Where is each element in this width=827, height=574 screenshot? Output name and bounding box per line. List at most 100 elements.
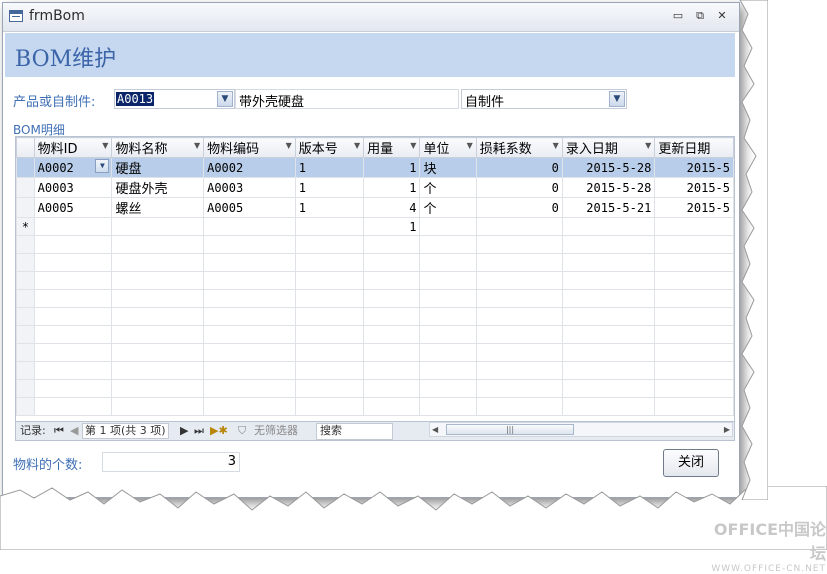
new-record-marker: *	[16, 217, 35, 236]
table-cell[interactable]	[203, 217, 296, 236]
watermark: OFFICE中国论坛 WWW.OFFICE-CN.NET	[706, 516, 826, 574]
prev-record-icon[interactable]: ◀	[70, 424, 78, 438]
watermark-line2: WWW.OFFICE-CN.NET	[711, 564, 826, 574]
table-cell[interactable]: 2015-5-28	[561, 157, 656, 178]
table-cell[interactable]: A0002	[203, 157, 296, 178]
form-icon	[9, 10, 23, 22]
table-cell[interactable]: 个	[419, 197, 477, 218]
sort-arrow-icon: ▼	[285, 141, 292, 150]
product-name-field[interactable]: 带外壳硬盘	[235, 89, 459, 110]
scroll-right-icon[interactable]: ▶	[724, 423, 730, 436]
sort-arrow-icon: ▼	[552, 141, 559, 150]
new-record-icon[interactable]: ▶✱	[210, 424, 228, 438]
table-row[interactable]: A0002 ▼ 硬盘 A0002 1 1 块 0 2015-5-28 2015-5	[16, 157, 734, 178]
product-code-value: A0013	[116, 92, 155, 106]
count-field[interactable]: 3	[102, 452, 240, 472]
table-cell[interactable]: 0	[475, 197, 563, 218]
table-cell[interactable]	[33, 217, 113, 236]
filter-icon[interactable]: ⛉	[238, 424, 246, 438]
table-cell[interactable]: 1	[294, 157, 365, 178]
table-cell[interactable]: 螺丝	[111, 197, 205, 218]
torn-paper-edge	[0, 486, 827, 550]
table-cell[interactable]: 2015-5-28	[561, 177, 656, 198]
product-type-combo[interactable]: 自制件 ▼	[461, 89, 627, 110]
table-cell[interactable]: 硬盘	[111, 157, 205, 178]
record-label: 记录:	[20, 424, 46, 437]
scrollbar-thumb[interactable]: |||	[446, 424, 574, 435]
next-record-icon[interactable]: ▶	[180, 424, 188, 438]
table-cell[interactable]	[294, 217, 365, 236]
table-cell[interactable]: 个	[419, 177, 477, 198]
row-selector[interactable]	[16, 177, 35, 198]
table-cell[interactable]: A0003	[33, 177, 113, 198]
sort-arrow-icon: ▼	[102, 141, 109, 150]
table-cell[interactable]: 0	[475, 177, 563, 198]
table-cell[interactable]: 2015-5	[654, 197, 734, 218]
chevron-down-icon[interactable]: ▼	[217, 91, 233, 107]
table-cell[interactable]: A0005	[33, 197, 113, 218]
watermark-line1: OFFICE中国论坛	[713, 520, 826, 563]
table-cell[interactable]: 1	[363, 217, 421, 236]
row-selector[interactable]	[16, 157, 35, 178]
table-cell[interactable]: 硬盘外壳	[111, 177, 205, 198]
table-cell[interactable]: 4	[363, 197, 421, 218]
filter-status[interactable]: 无筛选器	[254, 424, 298, 438]
minimize-icon[interactable]: ▭	[669, 8, 687, 24]
chevron-down-icon[interactable]: ▼	[609, 91, 625, 107]
column-header[interactable]: 物料名称 ▼	[111, 137, 205, 158]
count-label: 物料的个数:	[13, 458, 83, 473]
table-cell[interactable]: 块	[419, 157, 477, 178]
form-window: frmBom ▭ ⧉ ✕ BOM维护 产品或自制件: A0013 ▼ 带外壳硬盘…	[2, 2, 740, 498]
sort-arrow-icon: ▼	[466, 141, 473, 150]
table-cell[interactable]: 1	[363, 157, 421, 178]
close-window-icon[interactable]: ✕	[713, 8, 731, 24]
first-record-icon[interactable]: ⏮	[54, 424, 64, 438]
torn-right-edge	[739, 0, 768, 500]
table-row[interactable]: A0005 螺丝 A0005 1 4 个 0 2015-5-21 2015-5	[16, 197, 734, 218]
form-header: BOM维护	[5, 33, 735, 77]
select-all-corner[interactable]	[16, 137, 35, 158]
table-cell[interactable]: 0	[475, 157, 563, 178]
record-position-field[interactable]: 第 1 项(共 3 项)	[82, 423, 169, 439]
table-cell[interactable]: 1	[294, 197, 365, 218]
column-header[interactable]: 损耗系数 ▼	[475, 137, 563, 158]
table-cell[interactable]: 1	[294, 177, 365, 198]
chevron-down-icon[interactable]: ▼	[95, 159, 110, 173]
table-cell[interactable]	[419, 217, 477, 236]
new-record-row[interactable]: * 1	[16, 217, 734, 236]
column-header[interactable]: 用量 ▼	[363, 137, 421, 158]
table-cell[interactable]	[561, 217, 656, 236]
table-cell[interactable]: 1	[363, 177, 421, 198]
sort-arrow-icon: ▼	[353, 141, 361, 150]
column-header[interactable]: 物料编码 ▼	[203, 137, 296, 158]
bom-datasheet: 物料ID ▼ 物料名称 ▼ 物料编码 ▼ 版本号 ▼ 用量 ▼ 单位 ▼ 损耗系数 ▼ 录入日…	[16, 137, 734, 416]
restore-icon[interactable]: ⧉	[691, 8, 709, 24]
column-header[interactable]: 物料ID ▼	[33, 137, 113, 158]
row-selector[interactable]	[16, 197, 35, 218]
close-button[interactable]: 关闭	[663, 449, 719, 477]
last-record-icon[interactable]: ⏭	[194, 424, 204, 438]
table-cell[interactable]: A0003	[203, 177, 296, 198]
header-row: 物料ID ▼ 物料名称 ▼ 物料编码 ▼ 版本号 ▼ 用量 ▼ 单位 ▼ 损耗系数 ▼ 录入日…	[16, 137, 734, 158]
search-field[interactable]: 搜索	[316, 423, 393, 440]
table-cell[interactable]: 2015-5	[654, 157, 734, 178]
column-header[interactable]: 录入日期 ▼	[561, 137, 656, 158]
scroll-left-icon[interactable]: ◀	[432, 423, 438, 436]
table-cell[interactable]: 2015-5-21	[561, 197, 656, 218]
table-cell[interactable]	[654, 217, 734, 236]
table-cell[interactable]	[111, 217, 205, 236]
sort-arrow-icon: ▼	[645, 141, 652, 150]
column-header[interactable]: 更新日期	[654, 137, 734, 158]
product-type-value: 自制件	[465, 95, 505, 110]
sort-arrow-icon: ▼	[410, 141, 417, 150]
window-title: frmBom	[29, 8, 85, 24]
material-id-cell[interactable]: A0002 ▼	[33, 157, 113, 178]
horizontal-scrollbar[interactable]: ◀ ||| ▶	[429, 422, 733, 437]
column-header[interactable]: 单位 ▼	[419, 137, 477, 158]
table-cell[interactable]	[475, 217, 563, 236]
table-cell[interactable]: A0005	[203, 197, 296, 218]
column-header[interactable]: 版本号 ▼	[294, 137, 365, 158]
product-code-combo[interactable]: A0013 ▼	[114, 89, 235, 109]
table-row[interactable]: A0003 硬盘外壳 A0003 1 1 个 0 2015-5-28 2015-…	[16, 177, 734, 198]
table-cell[interactable]: 2015-5	[654, 177, 734, 198]
